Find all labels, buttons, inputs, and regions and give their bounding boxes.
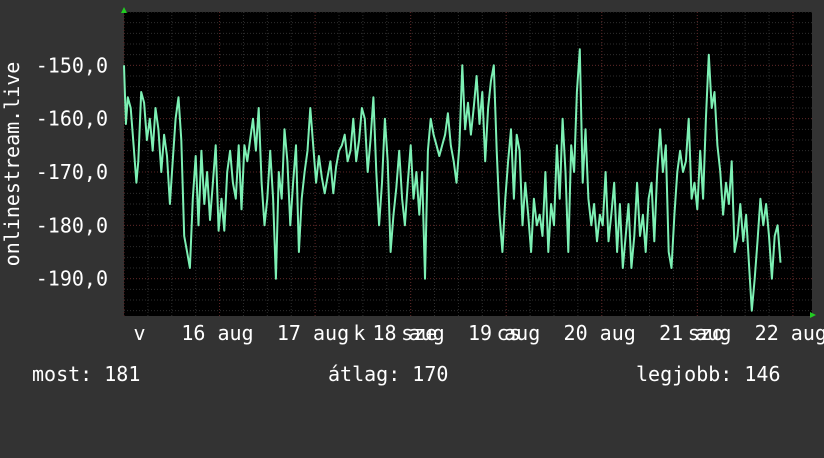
y-tick-label: -170,0 (36, 160, 108, 184)
x-tick-label: k (353, 321, 365, 345)
y-tick-label: -160,0 (36, 107, 108, 131)
x-tick-label: v (134, 321, 146, 345)
x-tick-label: 17 aug (277, 321, 349, 345)
stats-bar: most: 181 átlag: 170 legjobb: 146 (0, 362, 824, 390)
stat-current: most: 181 (32, 362, 141, 386)
x-tick-label: sze (401, 321, 437, 345)
y-axis-label: onlinestream.live (0, 62, 24, 267)
y-tick-label: -150,0 (36, 53, 108, 77)
x-tick-label: szo (688, 321, 724, 345)
y-tick-label: -190,0 (36, 267, 108, 291)
stat-best: legjobb: 146 (636, 362, 781, 386)
chart: -150,0 -160,0 -170,0 -180,0 -190,0 v 16 aug 17… (0, 7, 824, 345)
x-axis-arrow (810, 312, 816, 318)
x-tick-labels: v 16 aug 17 aug 18 aug 19 aug 20 aug 21 aug 22 … (134, 321, 824, 345)
x-tick-label: 22 aug (755, 321, 824, 345)
y-tick-labels: -150,0 -160,0 -170,0 -180,0 -190,0 (36, 53, 108, 290)
stat-average: átlag: 170 (328, 362, 449, 386)
x-tick-label: cs (497, 321, 521, 345)
y-axis-arrow (121, 7, 127, 13)
y-tick-label: -180,0 (36, 213, 108, 237)
x-tick-label: 20 aug (564, 321, 636, 345)
x-tick-label: 16 aug (181, 321, 253, 345)
